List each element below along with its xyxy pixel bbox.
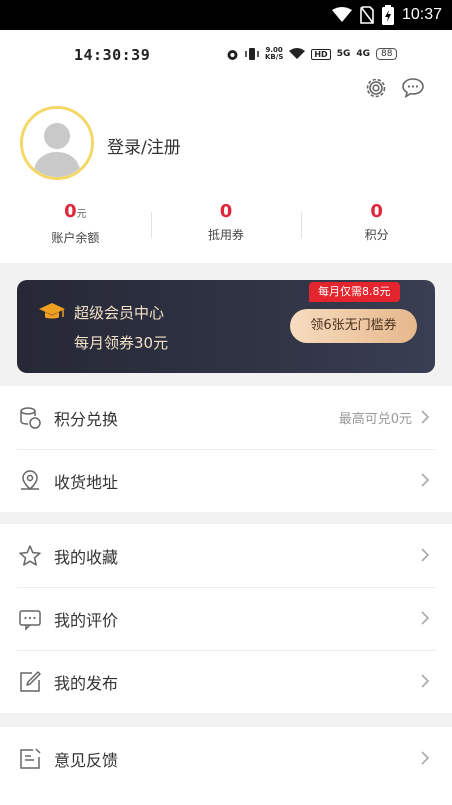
chat-bubble-icon	[402, 78, 424, 99]
balance-unit: 元	[76, 209, 87, 220]
location-pin-icon	[21, 470, 39, 490]
stat-balance[interactable]: 0元 账户余额	[0, 200, 151, 250]
inner-status-icons: 9.00 KB/S HD 5G 4G 88	[226, 47, 398, 61]
system-clock: 10:37	[401, 6, 442, 23]
edit-icon	[20, 671, 41, 692]
message-button[interactable]	[399, 74, 427, 102]
menu-item-shipping-address[interactable]: 收货地址	[0, 449, 452, 512]
menu-item-feedback[interactable]: 意见反馈	[0, 727, 452, 790]
menu-value: 最高可兑0元	[338, 412, 412, 427]
chevron-right-icon	[421, 751, 430, 765]
stat-value: 0元	[0, 200, 151, 227]
coins-exchange-icon	[20, 407, 41, 429]
wifi-small-icon	[289, 48, 306, 59]
stat-label: 抵用券	[208, 228, 245, 242]
stat-coupons[interactable]: 0 抵用券	[150, 200, 302, 250]
vip-subtitle: 每月领券30元	[74, 334, 169, 352]
avatar[interactable]	[20, 106, 94, 180]
menu-item-reviews[interactable]: 我的评价	[0, 587, 452, 650]
vip-banner[interactable]: 超级会员中心 每月领券30元 每月仅需8.8元 领6张无门槛券	[17, 280, 435, 373]
battery-charging-icon	[381, 5, 394, 25]
stat-label: 积分	[364, 228, 389, 242]
system-status-bar: 10:37	[0, 0, 452, 30]
stat-points[interactable]: 0 积分	[301, 200, 452, 250]
menu-label: 收货地址	[54, 472, 119, 492]
account-stats: 0元 账户余额 0 抵用券 0 积分	[0, 200, 452, 250]
vip-price-badge: 每月仅需8.8元	[309, 282, 400, 302]
menu-group-1: 积分兑换 最高可兑0元 收货地址	[0, 386, 452, 512]
star-icon	[19, 545, 41, 566]
chevron-right-icon	[421, 548, 430, 562]
menu-label: 意见反馈	[54, 750, 119, 770]
signal-4g: 4G	[356, 49, 371, 59]
chevron-right-icon	[421, 473, 430, 487]
hd-badge: HD	[311, 48, 331, 60]
user-placeholder-icon	[23, 109, 91, 177]
menu-item-points-exchange[interactable]: 积分兑换 最高可兑0元	[0, 386, 452, 449]
menu-item-favorites[interactable]: 我的收藏	[0, 524, 452, 587]
menu-label: 我的评价	[54, 610, 119, 630]
profile-header: 14:30:39 9.00 KB/S HD 5G 4G 88 登录/注册 0元 …	[0, 30, 452, 263]
menu-item-my-posts[interactable]: 我的发布	[0, 650, 452, 713]
stat-label: 账户余额	[51, 231, 100, 245]
menu-label: 我的收藏	[54, 547, 119, 567]
menu-label: 我的发布	[54, 673, 119, 693]
claim-coupons-button[interactable]: 领6张无门槛券	[290, 309, 417, 343]
wifi-icon	[331, 7, 352, 22]
menu-label: 积分兑换	[54, 409, 119, 429]
menu-group-2: 我的收藏 我的评价 我的发布	[0, 524, 452, 713]
alarm-icon	[227, 49, 238, 60]
settings-button[interactable]	[362, 74, 390, 102]
stat-value: 0	[370, 201, 383, 222]
balance-value: 0	[64, 201, 77, 222]
menu-group-3: 意见反馈	[0, 727, 452, 805]
stat-value: 0	[219, 201, 233, 222]
chevron-right-icon	[421, 410, 430, 424]
vibrate-icon	[245, 48, 259, 60]
net-speed-unit: KB/S	[265, 53, 284, 61]
chevron-right-icon	[421, 611, 430, 625]
net-speed: 9.00 KB/S	[265, 47, 283, 61]
vip-title: 超级会员中心	[74, 304, 165, 322]
comment-icon	[19, 610, 41, 631]
battery-indicator: 88	[376, 48, 398, 60]
chevron-right-icon	[421, 674, 430, 688]
no-sim-icon	[360, 6, 374, 24]
gear-icon	[366, 78, 386, 98]
inner-status-bar: 14:30:39 9.00 KB/S HD 5G 4G 88	[0, 44, 452, 68]
login-register-link[interactable]: 登录/注册	[107, 133, 181, 158]
inner-clock: 14:30:39	[74, 46, 151, 64]
graduation-cap-icon	[39, 303, 65, 319]
signal-5g: 5G	[336, 49, 351, 59]
feedback-icon	[20, 748, 41, 769]
